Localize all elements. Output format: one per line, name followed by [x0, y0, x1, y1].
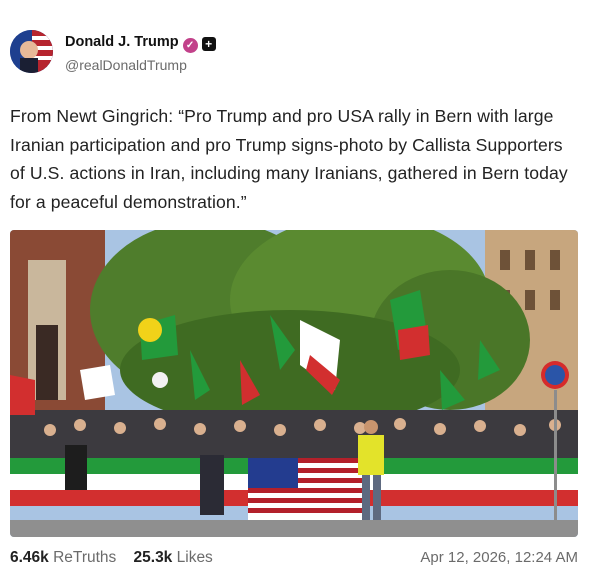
author-display-name[interactable]: Donald J. Trump — [65, 34, 179, 50]
post-text: From Newt Gingrich: “Pro Trump and pro U… — [10, 106, 568, 212]
verified-badge-icon: ✓ — [182, 38, 198, 53]
stats-bar: 6.46k ReTruths 25.3k Likes — [10, 549, 213, 567]
avatar-image — [10, 30, 53, 73]
author-avatar[interactable] — [10, 30, 53, 73]
rally-photo[interactable] — [10, 230, 578, 537]
likes-count[interactable]: 25.3k Likes — [134, 549, 213, 566]
retruths-count[interactable]: 6.46k ReTruths — [10, 549, 116, 566]
rally-photo-illustration — [10, 230, 578, 537]
author-name-row[interactable]: Donald J. Trump ✓ + — [65, 34, 216, 53]
post-timestamp[interactable]: Apr 12, 2026, 12:24 AM — [420, 549, 578, 566]
plus-square-icon[interactable]: + — [201, 37, 216, 51]
author-handle[interactable]: @realDonaldTrump — [65, 57, 187, 73]
